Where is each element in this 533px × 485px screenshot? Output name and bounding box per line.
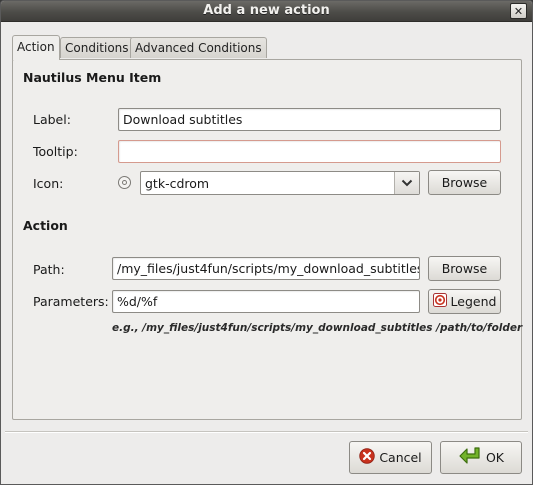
- icon-browse-label: Browse: [441, 175, 488, 190]
- icon-combo[interactable]: gtk-cdrom: [140, 171, 420, 195]
- path-example-hint: e.g., /my_files/just4fun/scripts/my_down…: [112, 322, 523, 334]
- action-section-title: Action: [23, 218, 68, 233]
- chevron-down-icon[interactable]: [394, 172, 419, 194]
- path-caption: Path:: [33, 262, 65, 277]
- menu-item-section-title: Nautilus Menu Item: [23, 70, 162, 85]
- tab-action[interactable]: Action: [12, 35, 60, 60]
- parameters-caption: Parameters:: [33, 294, 109, 309]
- ok-button[interactable]: OK: [440, 441, 522, 474]
- footer-separator: [5, 431, 528, 433]
- label-caption: Label:: [33, 112, 71, 127]
- tab-conditions[interactable]: Conditions: [60, 37, 134, 58]
- legend-icon: [432, 293, 447, 310]
- icon-caption: Icon:: [33, 176, 64, 191]
- ok-arrow-icon: [458, 446, 482, 469]
- legend-button[interactable]: Legend: [428, 289, 501, 314]
- path-browse-label: Browse: [441, 261, 488, 276]
- ok-label: OK: [485, 450, 505, 465]
- parameters-input[interactable]: %d/%f: [112, 290, 420, 313]
- cd-icon: [118, 176, 131, 189]
- cancel-button[interactable]: Cancel: [349, 441, 432, 474]
- dialog-window: Add a new action ✕ Action Conditions Adv…: [0, 0, 533, 485]
- cancel-icon: [359, 448, 376, 467]
- icon-combo-value: gtk-cdrom: [145, 176, 210, 191]
- close-button[interactable]: ✕: [510, 3, 527, 19]
- icon-browse-button[interactable]: Browse: [428, 170, 501, 195]
- tooltip-input[interactable]: [118, 140, 501, 163]
- label-input[interactable]: Download subtitles: [118, 108, 501, 131]
- tooltip-caption: Tooltip:: [33, 144, 78, 159]
- path-input[interactable]: /my_files/just4fun/scripts/my_download_s…: [112, 257, 420, 280]
- path-browse-button[interactable]: Browse: [428, 256, 501, 281]
- window-title: Add a new action: [203, 3, 330, 18]
- close-icon: ✕: [513, 4, 524, 18]
- tab-advanced-conditions[interactable]: Advanced Conditions: [130, 37, 267, 58]
- legend-label: Legend: [450, 294, 497, 309]
- cancel-label: Cancel: [379, 450, 422, 465]
- title-bar[interactable]: Add a new action ✕: [1, 1, 532, 22]
